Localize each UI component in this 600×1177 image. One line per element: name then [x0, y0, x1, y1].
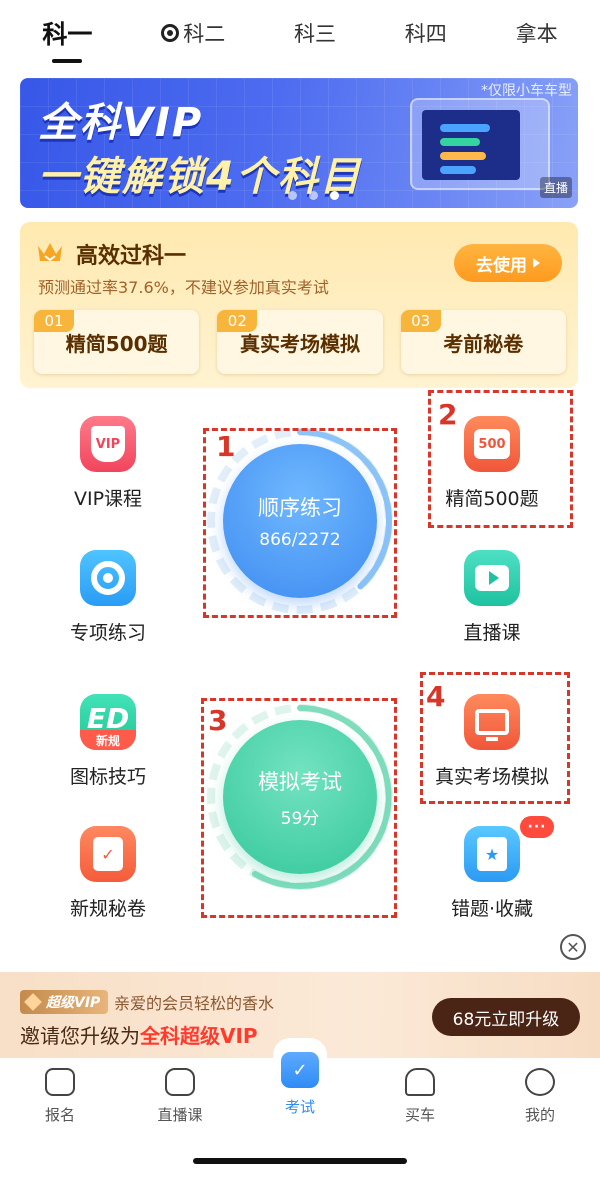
bottom-nav: 报名 直播课 ✓ 考试 买车 我的: [0, 1052, 600, 1148]
subject-tabs: 科一 科二 科三 科四 拿本: [0, 0, 600, 66]
live-tag: 直播: [539, 177, 572, 198]
tab-subject-4[interactable]: 科四: [405, 18, 447, 48]
live-course-entry[interactable]: 直播课: [422, 550, 562, 645]
tab-label: 科一: [42, 20, 93, 49]
home-indicator: [193, 1158, 407, 1164]
close-icon[interactable]: ✕: [560, 934, 586, 960]
promo-item-number: 02: [217, 310, 258, 332]
video-camera-icon: [464, 550, 520, 606]
target-ring: [91, 561, 125, 595]
promo-title: 高效过科一: [76, 244, 187, 269]
register-icon: [45, 1068, 75, 1096]
tab-label: 科二: [183, 22, 226, 46]
vip-course-label: VIP课程: [73, 488, 143, 510]
vip-badge-icon: VIP: [80, 416, 136, 472]
nav-mine[interactable]: 我的: [490, 1068, 590, 1148]
tab-label: 科三: [294, 22, 336, 46]
special-practice-label: 专项练习: [69, 622, 146, 644]
nav-live[interactable]: 直播课: [130, 1068, 230, 1148]
efficient-pass-card: 高效过科一 预测通过率37.6%，不建议参加真实考试 去使用 01 精简500题 …: [20, 222, 578, 388]
wrong-questions-label: 错题·收藏: [450, 898, 534, 920]
promo-subtitle: 预测通过率37.6%，不建议参加真实考试: [38, 278, 329, 297]
nav-register[interactable]: 报名: [10, 1068, 110, 1148]
illustration-bar: [440, 138, 480, 146]
live-course-label: 直播课: [463, 622, 521, 644]
invite-highlight: 全科超级VIP: [140, 1024, 258, 1048]
annotation-label-1: 1: [216, 430, 236, 463]
bookmark-star-icon: ★: [464, 826, 520, 882]
target-icon: [80, 550, 136, 606]
vip-upgrade-bar[interactable]: 超级VIP 亲爱的会员轻松的香水 邀请您升级为全科超级VIP 68元立即升级: [0, 972, 600, 1058]
tab-subject-3[interactable]: 科三: [294, 18, 336, 48]
sign-tips-entry[interactable]: ED 新规 图标技巧: [38, 694, 178, 789]
steering-wheel-icon: [161, 24, 180, 42]
carousel-dot-active[interactable]: [330, 191, 339, 200]
nav-label: 报名: [44, 1106, 75, 1124]
illustration-bar: [440, 152, 486, 160]
vip-banner[interactable]: 全科VIP 一键解锁4个科目 *仅限小车车型 直播: [20, 78, 578, 208]
nav-label: 直播课: [157, 1106, 203, 1124]
tab-label: 拿本: [515, 22, 558, 46]
promo-item-real-exam[interactable]: 02 真实考场模拟: [217, 310, 383, 374]
annotation-label-4: 4: [426, 680, 446, 713]
promo-item-label: 精简500题: [65, 331, 168, 356]
annotation-label-2: 2: [438, 398, 458, 431]
play-arrow-icon: [533, 258, 540, 268]
sign-tips-icon: ED 新规: [80, 694, 136, 750]
nav-label: 买车: [404, 1106, 435, 1124]
annotation-label-3: 3: [208, 704, 228, 737]
sign-tips-label: 图标技巧: [69, 766, 146, 788]
promo-item-secret-paper[interactable]: 03 考前秘卷: [400, 310, 566, 374]
promo-item-number: 03: [400, 310, 441, 332]
upgrade-invite: 邀请您升级为全科超级VIP: [20, 1020, 258, 1049]
illustration-screen: [422, 110, 520, 180]
promo-item-500[interactable]: 01 精简500题: [34, 310, 200, 374]
special-practice-entry[interactable]: 专项练习: [38, 550, 178, 645]
tab-label: 科四: [404, 22, 447, 46]
tab-subject-1[interactable]: 科一: [42, 15, 92, 51]
vip-course-entry[interactable]: VIP VIP课程: [38, 416, 178, 511]
nav-buy-car[interactable]: 买车: [370, 1068, 470, 1148]
carousel-dot[interactable]: [309, 191, 318, 200]
illustration-bar: [440, 124, 490, 132]
nav-exam[interactable]: ✓ 考试: [250, 1052, 350, 1148]
car-icon: [405, 1068, 435, 1096]
wrong-questions-entry[interactable]: ★ ··· 错题·收藏: [422, 816, 562, 921]
camera-shape: [475, 565, 509, 591]
tab-subject-2[interactable]: 科二: [161, 18, 225, 48]
clipboard-check-icon: ✓: [80, 826, 136, 882]
promo-item-label: 真实考场模拟: [239, 331, 360, 356]
crown-icon: [38, 243, 62, 262]
new-rule-tag: 新规: [80, 730, 136, 750]
banner-title: 全科VIP: [38, 100, 204, 146]
illustration-bar: [440, 166, 476, 174]
more-badge: ···: [520, 816, 554, 838]
new-rule-paper-label: 新规秘卷: [69, 898, 146, 920]
promo-items: 01 精简500题 02 真实考场模拟 03 考前秘卷: [34, 310, 566, 374]
upgrade-greeting: 亲爱的会员轻松的香水: [114, 994, 275, 1013]
exam-check-icon: ✓: [281, 1052, 319, 1088]
annotation-box-3: [201, 698, 397, 918]
invite-prefix: 邀请您升级为: [20, 1024, 140, 1048]
carousel-dot[interactable]: [288, 191, 297, 200]
smile-face-icon: [525, 1068, 555, 1096]
clipboard-shape: ✓: [93, 837, 123, 871]
tv-icon: [165, 1068, 195, 1096]
nav-label: 考试: [284, 1098, 315, 1116]
promo-item-number: 01: [34, 310, 74, 332]
upgrade-now-button[interactable]: 68元立即升级: [432, 998, 580, 1036]
go-use-label: 去使用: [476, 255, 527, 276]
new-rule-paper-entry[interactable]: ✓ 新规秘卷: [38, 826, 178, 921]
banner-note: *仅限小车车型: [481, 83, 572, 99]
bookmark-shape: ★: [477, 837, 507, 871]
go-use-button[interactable]: 去使用: [454, 244, 562, 282]
banner-illustration: [410, 98, 550, 190]
carousel-dots: [288, 191, 339, 200]
super-vip-badge: 超级VIP: [20, 990, 109, 1014]
promo-item-label: 考前秘卷: [443, 331, 524, 356]
tab-get-license[interactable]: 拿本: [516, 18, 558, 48]
vip-icon-text: VIP: [91, 426, 125, 462]
nav-label: 我的: [524, 1106, 555, 1124]
